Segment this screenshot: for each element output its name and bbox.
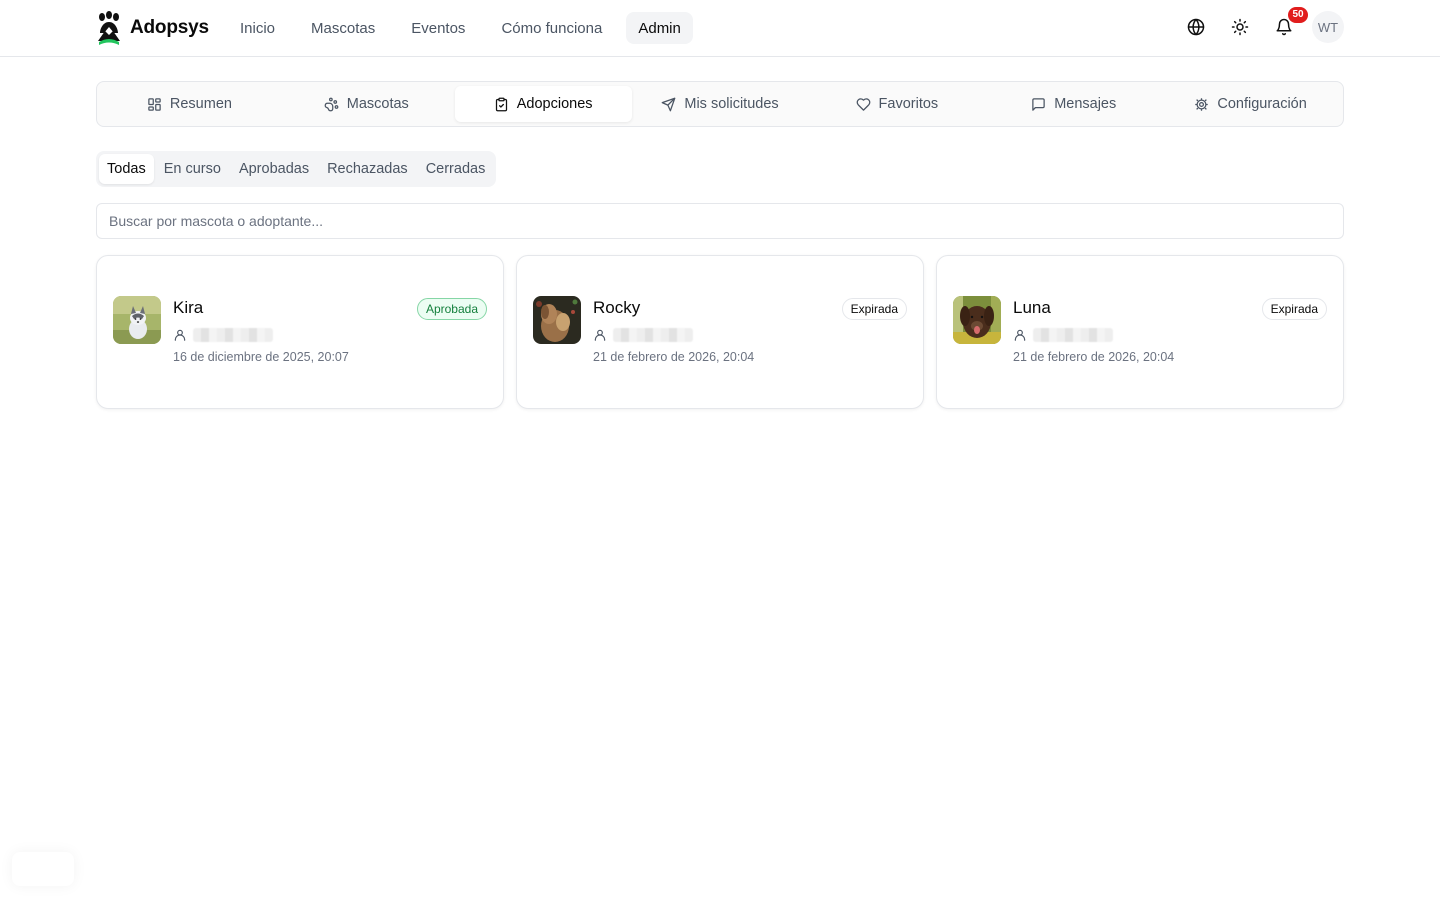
tab-configuracion[interactable]: Configuración	[1162, 86, 1339, 122]
adopter-row	[1013, 326, 1113, 344]
sun-icon	[1231, 18, 1249, 36]
settings-gear-icon	[1195, 97, 1209, 111]
floating-widget-placeholder	[12, 852, 74, 886]
paw-logo-icon	[98, 11, 120, 45]
dashboard-grid-icon	[148, 97, 161, 111]
pet-name: Rocky	[593, 298, 641, 317]
notification-count-badge: 50	[1288, 7, 1308, 23]
brand-name: Adopsys	[130, 17, 209, 38]
notifications-button[interactable]: 50	[1268, 7, 1308, 43]
adoptions-list: Kira Aprobada 16 de diciembre de 2025, 2…	[96, 255, 1344, 409]
filter-rechazadas[interactable]: Rechazadas	[319, 154, 416, 184]
adopter-name-redacted	[193, 328, 273, 342]
message-square-icon	[1032, 97, 1045, 111]
status-badge: Aprobada	[416, 298, 487, 320]
tab-favoritos[interactable]: Favoritos	[808, 86, 985, 122]
tab-mensajes[interactable]: Mensajes	[985, 86, 1162, 122]
brown-dog-photo	[533, 296, 581, 344]
pet-name: Luna	[1013, 298, 1051, 317]
user-avatar[interactable]: WT	[1312, 11, 1344, 43]
user-icon	[1014, 329, 1026, 341]
admin-section-tabs: Resumen Mascotas Adopciones Mis solicitu…	[96, 81, 1344, 127]
husky-puppy-photo	[113, 296, 161, 344]
tab-label: Configuración	[1217, 96, 1307, 112]
adopter-row	[593, 326, 693, 344]
filter-cerradas[interactable]: Cerradas	[418, 154, 494, 184]
main-nav: Inicio Mascotas Eventos Cómo funciona Ad…	[228, 12, 693, 44]
paw-icon	[324, 97, 339, 111]
dark-dog-photo	[953, 296, 1001, 344]
theme-toggle-button[interactable]	[1224, 11, 1256, 43]
pet-photo	[533, 296, 581, 344]
pet-photo	[953, 296, 1001, 344]
tab-adopciones[interactable]: Adopciones	[454, 86, 632, 122]
user-icon	[174, 329, 186, 341]
user-icon	[594, 329, 606, 341]
nav-link-admin[interactable]: Admin	[626, 12, 693, 44]
adoption-card[interactable]: Rocky Expirada 21 de febrero de 2026, 20…	[516, 255, 924, 409]
clipboard-check-icon	[495, 97, 507, 111]
tab-label: Mensajes	[1054, 96, 1117, 112]
search-input[interactable]	[96, 203, 1344, 239]
brand-home-link[interactable]: Adopsys	[96, 11, 209, 45]
navbar-actions: 50 WT	[1180, 7, 1344, 43]
tab-mis-solicitudes[interactable]: Mis solicitudes	[632, 86, 809, 122]
request-date: 16 de diciembre de 2025, 20:07	[173, 350, 349, 364]
filter-en-curso[interactable]: En curso	[156, 154, 229, 184]
tab-mascotas[interactable]: Mascotas	[278, 86, 455, 122]
adoption-card[interactable]: Luna Expirada 21 de febrero de 2026, 20:…	[936, 255, 1344, 409]
filter-todas[interactable]: Todas	[99, 154, 154, 184]
tab-label: Favoritos	[878, 96, 939, 112]
status-filter-group: Todas En curso Aprobadas Rechazadas Cerr…	[96, 151, 497, 187]
tab-label: Mis solicitudes	[684, 96, 779, 112]
nav-link-mascotas[interactable]: Mascotas	[299, 12, 387, 44]
globe-icon	[1187, 18, 1205, 36]
filter-aprobadas[interactable]: Aprobadas	[231, 154, 317, 184]
send-icon	[661, 97, 676, 111]
request-date: 21 de febrero de 2026, 20:04	[593, 350, 755, 364]
nav-link-inicio[interactable]: Inicio	[228, 12, 287, 44]
top-navbar: Adopsys Inicio Mascotas Eventos Cómo fun…	[0, 0, 1440, 57]
nav-link-eventos[interactable]: Eventos	[399, 12, 477, 44]
adopter-row	[173, 326, 273, 344]
pet-photo	[113, 296, 161, 344]
status-badge: Expirada	[841, 298, 907, 320]
adopter-name-redacted	[613, 328, 693, 342]
pet-name: Kira	[173, 298, 204, 317]
nav-link-como-funciona[interactable]: Cómo funciona	[489, 12, 614, 44]
tab-resumen[interactable]: Resumen	[101, 86, 278, 122]
heart-icon	[856, 97, 870, 111]
status-badge: Expirada	[1261, 298, 1327, 320]
adopter-name-redacted	[1033, 328, 1113, 342]
language-button[interactable]	[1180, 11, 1212, 43]
tab-label: Mascotas	[346, 96, 409, 112]
tab-label: Resumen	[169, 96, 232, 112]
tab-label: Adopciones	[516, 96, 593, 112]
request-date: 21 de febrero de 2026, 20:04	[1013, 350, 1175, 364]
adoption-card[interactable]: Kira Aprobada 16 de diciembre de 2025, 2…	[96, 255, 504, 409]
